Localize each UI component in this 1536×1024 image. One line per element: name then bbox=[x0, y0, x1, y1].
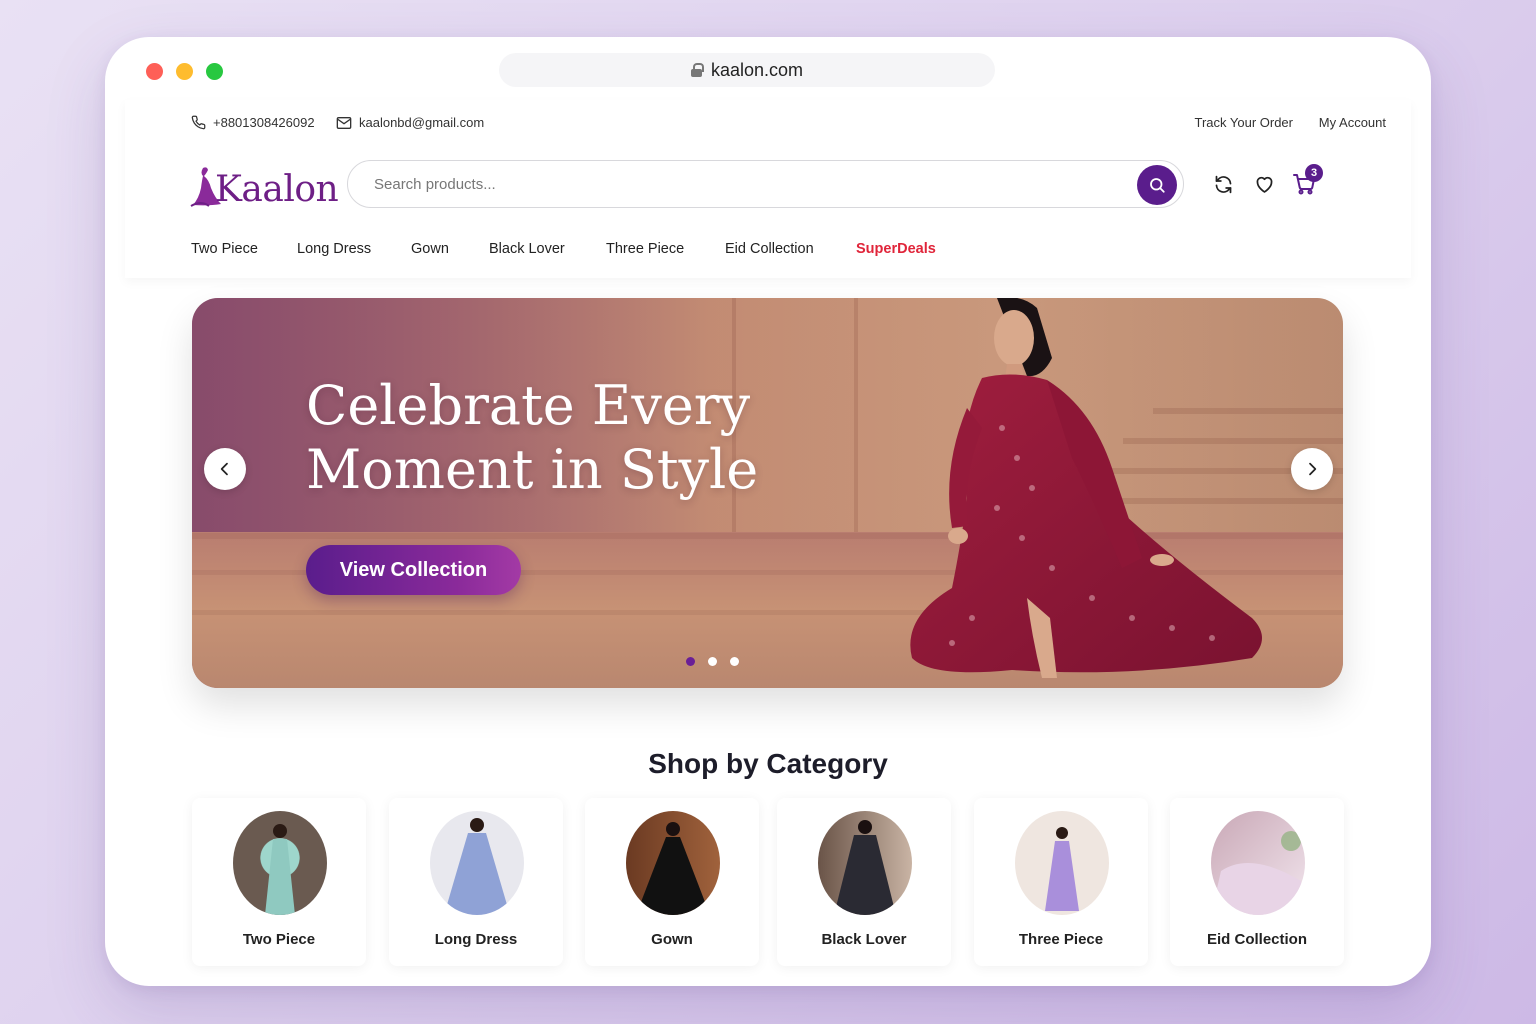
category-image bbox=[626, 811, 720, 915]
email-contact[interactable]: kaalonbd@gmail.com bbox=[336, 115, 484, 130]
lock-icon bbox=[690, 63, 704, 77]
site-logo[interactable]: Kaalon bbox=[189, 156, 339, 210]
category-dress-graphic bbox=[834, 820, 896, 915]
category-label: Black Lover bbox=[821, 931, 907, 948]
hero-title: Celebrate Every Moment in Style bbox=[306, 374, 826, 502]
nav-eid-collection[interactable]: Eid Collection bbox=[725, 241, 814, 257]
category-dress-graphic bbox=[1211, 831, 1305, 915]
heart-icon bbox=[1256, 176, 1272, 193]
nav-two-piece[interactable]: Two Piece bbox=[191, 241, 258, 257]
cart-count-badge: 3 bbox=[1305, 164, 1323, 182]
category-dress-graphic bbox=[636, 822, 710, 915]
category-image bbox=[430, 811, 524, 915]
mail-icon bbox=[336, 116, 352, 129]
track-order-link[interactable]: Track Your Order bbox=[1194, 115, 1293, 130]
category-card-gown[interactable]: Gown bbox=[585, 798, 759, 966]
phone-icon bbox=[191, 115, 206, 130]
category-card-two-piece[interactable]: Two Piece bbox=[192, 798, 366, 966]
view-collection-button[interactable]: View Collection bbox=[306, 545, 521, 595]
browser-window: kaalon.com +8801308426092 kaalonbd@gmail… bbox=[105, 37, 1431, 986]
category-dress-graphic bbox=[1045, 827, 1079, 911]
carousel-prev-button[interactable] bbox=[204, 448, 246, 490]
category-card-black-lover[interactable]: Black Lover bbox=[777, 798, 951, 966]
category-label: Eid Collection bbox=[1206, 931, 1307, 948]
category-card-eid-collection[interactable]: Eid Collection bbox=[1170, 798, 1344, 966]
nav-long-dress[interactable]: Long Dress bbox=[297, 241, 371, 257]
minimize-window-button[interactable] bbox=[176, 63, 193, 80]
wishlist-button[interactable] bbox=[1252, 172, 1276, 196]
category-label: Long Dress bbox=[434, 931, 518, 948]
category-dress-graphic bbox=[265, 824, 295, 915]
search-button[interactable] bbox=[1137, 165, 1177, 205]
website: +8801308426092 kaalonbd@gmail.com Track … bbox=[125, 100, 1411, 986]
category-dress-graphic bbox=[444, 818, 510, 915]
close-window-button[interactable] bbox=[146, 63, 163, 80]
chevron-left-icon bbox=[220, 462, 228, 476]
category-label: Gown bbox=[651, 931, 693, 948]
email-address: kaalonbd@gmail.com bbox=[359, 115, 485, 130]
search-icon bbox=[1150, 178, 1165, 193]
search-bar bbox=[347, 160, 1184, 208]
section-title: Shop by Category bbox=[648, 748, 888, 779]
category-label: Two Piece bbox=[242, 931, 316, 948]
site-header: +8801308426092 kaalonbd@gmail.com Track … bbox=[125, 100, 1411, 278]
category-card-long-dress[interactable]: Long Dress bbox=[389, 798, 563, 966]
search-input[interactable] bbox=[374, 173, 1114, 195]
chevron-right-icon bbox=[1309, 462, 1317, 476]
top-bar: +8801308426092 kaalonbd@gmail.com Track … bbox=[191, 115, 1386, 135]
hero-title-line-1: Celebrate Every bbox=[306, 374, 751, 437]
url-text: kaalon.com bbox=[710, 59, 804, 80]
nav-gown[interactable]: Gown bbox=[411, 241, 449, 257]
category-list: Two Piece Long Dress Gown Black Lover Th… bbox=[192, 798, 1352, 966]
address-bar[interactable]: kaalon.com bbox=[499, 53, 995, 87]
maximize-window-button[interactable] bbox=[206, 63, 223, 80]
category-image bbox=[1211, 811, 1305, 915]
my-account-link[interactable]: My Account bbox=[1319, 115, 1386, 130]
category-card-three-piece[interactable]: Three Piece bbox=[974, 798, 1148, 966]
category-image bbox=[1015, 811, 1109, 915]
logo-text: Kaalon bbox=[215, 169, 339, 210]
carousel-dots bbox=[686, 657, 739, 666]
nav-superdeals[interactable]: SuperDeals bbox=[856, 241, 936, 257]
category-image bbox=[233, 811, 327, 915]
nav-black-lover[interactable]: Black Lover bbox=[489, 241, 565, 257]
phone-number: +8801308426092 bbox=[213, 115, 315, 130]
carousel-next-button[interactable] bbox=[1291, 448, 1333, 490]
hero-carousel: Celebrate Every Moment in Style View Col… bbox=[192, 298, 1343, 688]
browser-titlebar: kaalon.com bbox=[105, 37, 1431, 101]
compare-button[interactable] bbox=[1211, 172, 1235, 196]
sync-icon bbox=[1215, 175, 1231, 193]
carousel-dot-1[interactable] bbox=[686, 657, 695, 666]
carousel-dot-3[interactable] bbox=[730, 657, 739, 666]
category-image bbox=[818, 811, 912, 915]
carousel-dot-2[interactable] bbox=[708, 657, 717, 666]
nav-three-piece[interactable]: Three Piece bbox=[606, 241, 684, 257]
hero-title-line-2: Moment in Style bbox=[306, 438, 759, 501]
phone-contact[interactable]: +8801308426092 bbox=[191, 115, 315, 130]
category-label: Three Piece bbox=[1018, 931, 1104, 948]
